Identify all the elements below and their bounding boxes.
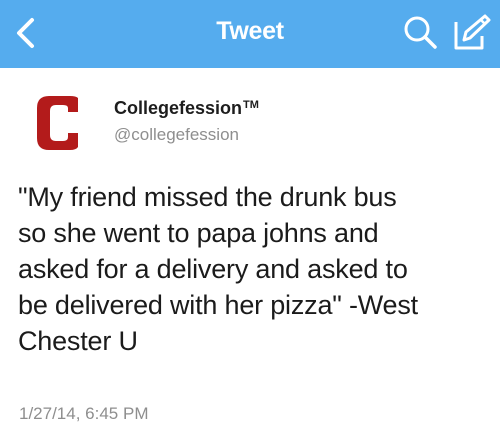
compose-button[interactable] <box>452 12 492 54</box>
tweet-text: "My friend missed the drunk bus so she w… <box>18 179 488 359</box>
navigation-bar: Tweet <box>0 0 500 68</box>
display-name[interactable]: CollegefessionTM <box>114 98 259 119</box>
display-name-text: Collegefession <box>114 98 243 118</box>
compose-icon <box>454 14 491 50</box>
avatar[interactable] <box>32 93 86 153</box>
tweet-text-line: Chester U <box>18 326 138 356</box>
tweet-text-line: so she went to papa johns and <box>18 218 379 248</box>
tweet-text-line: be delivered with her pizza" -West <box>18 290 418 320</box>
search-button[interactable] <box>401 14 441 52</box>
trademark-symbol: TM <box>243 99 259 111</box>
college-logo-icon <box>32 93 86 153</box>
user-handle[interactable]: @collegefession <box>114 125 239 145</box>
tweet-text-line: "My friend missed the drunk bus <box>18 182 397 212</box>
search-icon <box>404 16 437 49</box>
tweet-text-line: asked for a delivery and asked to <box>18 254 408 284</box>
tweet-timestamp: 1/27/14, 6:45 PM <box>19 404 149 423</box>
